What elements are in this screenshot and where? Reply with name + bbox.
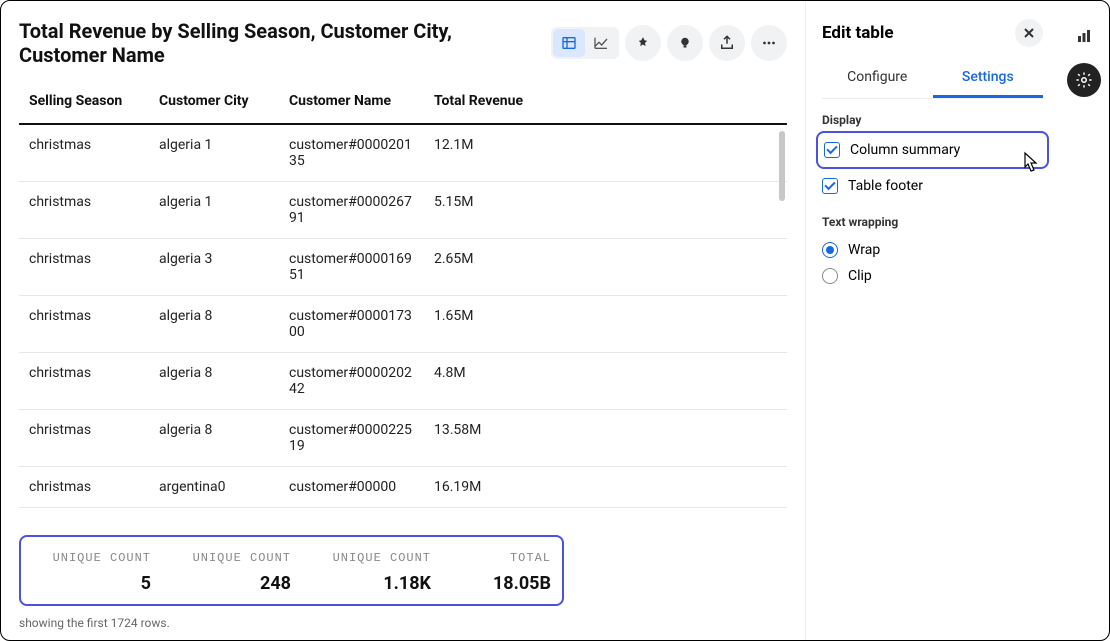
cell: 5.15M	[424, 182, 544, 239]
col-header[interactable]: Total Revenue	[424, 81, 544, 124]
summary-label: UNIQUE COUNT	[53, 551, 151, 565]
page-title: Total Revenue by Selling Season, Custome…	[19, 19, 541, 67]
cell: christmas	[19, 467, 149, 508]
tab-configure[interactable]: Configure	[822, 61, 933, 98]
table-icon	[561, 35, 577, 51]
table-row[interactable]: christmasalgeria 8customer#0000173001.65…	[19, 296, 787, 353]
summary-label: TOTAL	[510, 551, 551, 565]
radio-clip[interactable]: Clip	[822, 263, 1043, 289]
radio-label: Wrap	[848, 242, 880, 258]
cell: customer#000022519	[279, 410, 424, 467]
ellipsis-icon	[760, 34, 778, 52]
summary-label: UNIQUE COUNT	[333, 551, 431, 565]
section-label-wrap: Text wrapping	[822, 215, 1043, 229]
row-count-label: showing the first 1724 rows.	[19, 616, 787, 630]
table-row[interactable]: christmasalgeria 1customer#0000267915.15…	[19, 182, 787, 239]
summary-value: 248	[260, 573, 291, 594]
summary-label: UNIQUE COUNT	[193, 551, 291, 565]
chart-view-button[interactable]	[585, 29, 617, 57]
cell-empty	[544, 467, 787, 508]
scrollbar[interactable]	[779, 131, 785, 201]
cell: christmas	[19, 239, 149, 296]
checkbox-label: Table footer	[848, 178, 923, 194]
cell: 2.65M	[424, 239, 544, 296]
cell-empty	[544, 353, 787, 410]
section-label-display: Display	[822, 113, 1043, 127]
checkbox-table-footer[interactable]: Table footer	[822, 173, 1043, 199]
insight-button[interactable]	[667, 25, 703, 61]
cell: algeria 1	[149, 182, 279, 239]
checkbox-column-summary[interactable]: Column summary	[824, 137, 1041, 163]
rail-settings-button[interactable]	[1067, 63, 1101, 97]
col-header[interactable]: Customer City	[149, 81, 279, 124]
cell: customer#000016951	[279, 239, 424, 296]
share-icon	[718, 34, 736, 52]
close-icon	[1023, 27, 1035, 39]
cell: christmas	[19, 296, 149, 353]
cell: 12.1M	[424, 124, 544, 182]
table-view-button[interactable]	[553, 29, 585, 57]
cell: argentina0	[149, 467, 279, 508]
cell: christmas	[19, 353, 149, 410]
col-header[interactable]: Customer Name	[279, 81, 424, 124]
col-header-empty	[544, 81, 787, 124]
cell: algeria 8	[149, 410, 279, 467]
cell: customer#000020242	[279, 353, 424, 410]
cell-empty	[544, 410, 787, 467]
column-summary-footer: UNIQUE COUNT 5 UNIQUE COUNT 248 UNIQUE C…	[19, 535, 564, 606]
pin-icon	[634, 34, 652, 52]
cell: christmas	[19, 410, 149, 467]
cell: customer#00000	[279, 467, 424, 508]
view-toggle	[551, 27, 619, 59]
cell: algeria 1	[149, 124, 279, 182]
cell: algeria 8	[149, 353, 279, 410]
cell: algeria 8	[149, 296, 279, 353]
summary-value: 5	[141, 573, 151, 594]
more-button[interactable]	[751, 25, 787, 61]
table-row[interactable]: christmasalgeria 8customer#0000202424.8M	[19, 353, 787, 410]
cell-empty	[544, 124, 787, 182]
cell: 4.8M	[424, 353, 544, 410]
cell: 1.65M	[424, 296, 544, 353]
summary-value: 1.18K	[383, 573, 431, 594]
pin-button[interactable]	[625, 25, 661, 61]
rail-chart-button[interactable]	[1067, 19, 1101, 53]
summary-value: 18.05B	[493, 573, 551, 594]
cell-empty	[544, 239, 787, 296]
data-table: Selling Season Customer City Customer Na…	[19, 81, 787, 508]
checkbox-icon	[824, 142, 840, 158]
col-header[interactable]: Selling Season	[19, 81, 149, 124]
table-row[interactable]: christmasalgeria 1customer#00002013512.1…	[19, 124, 787, 182]
checkbox-icon	[822, 178, 838, 194]
bar-chart-icon	[1075, 27, 1093, 45]
cell: christmas	[19, 124, 149, 182]
table-row[interactable]: christmasalgeria 8customer#00002251913.5…	[19, 410, 787, 467]
table-row[interactable]: christmasargentina0customer#0000016.19M	[19, 467, 787, 508]
cell: algeria 3	[149, 239, 279, 296]
radio-wrap[interactable]: Wrap	[822, 237, 1043, 263]
cell-empty	[544, 296, 787, 353]
cell: customer#000020135	[279, 124, 424, 182]
cell: customer#000017300	[279, 296, 424, 353]
tab-settings[interactable]: Settings	[933, 61, 1044, 98]
chart-line-icon	[593, 35, 609, 51]
cell: customer#000026791	[279, 182, 424, 239]
panel-title: Edit table	[822, 23, 894, 43]
cell: 13.58M	[424, 410, 544, 467]
cell: christmas	[19, 182, 149, 239]
radio-icon	[822, 268, 838, 284]
radio-label: Clip	[848, 268, 872, 284]
gear-icon	[1075, 71, 1093, 89]
radio-icon	[822, 242, 838, 258]
close-button[interactable]	[1015, 19, 1043, 47]
cell: 16.19M	[424, 467, 544, 508]
table-row[interactable]: christmasalgeria 3customer#0000169512.65…	[19, 239, 787, 296]
checkbox-label: Column summary	[850, 142, 960, 158]
lightbulb-icon	[676, 34, 694, 52]
cell-empty	[544, 182, 787, 239]
share-button[interactable]	[709, 25, 745, 61]
